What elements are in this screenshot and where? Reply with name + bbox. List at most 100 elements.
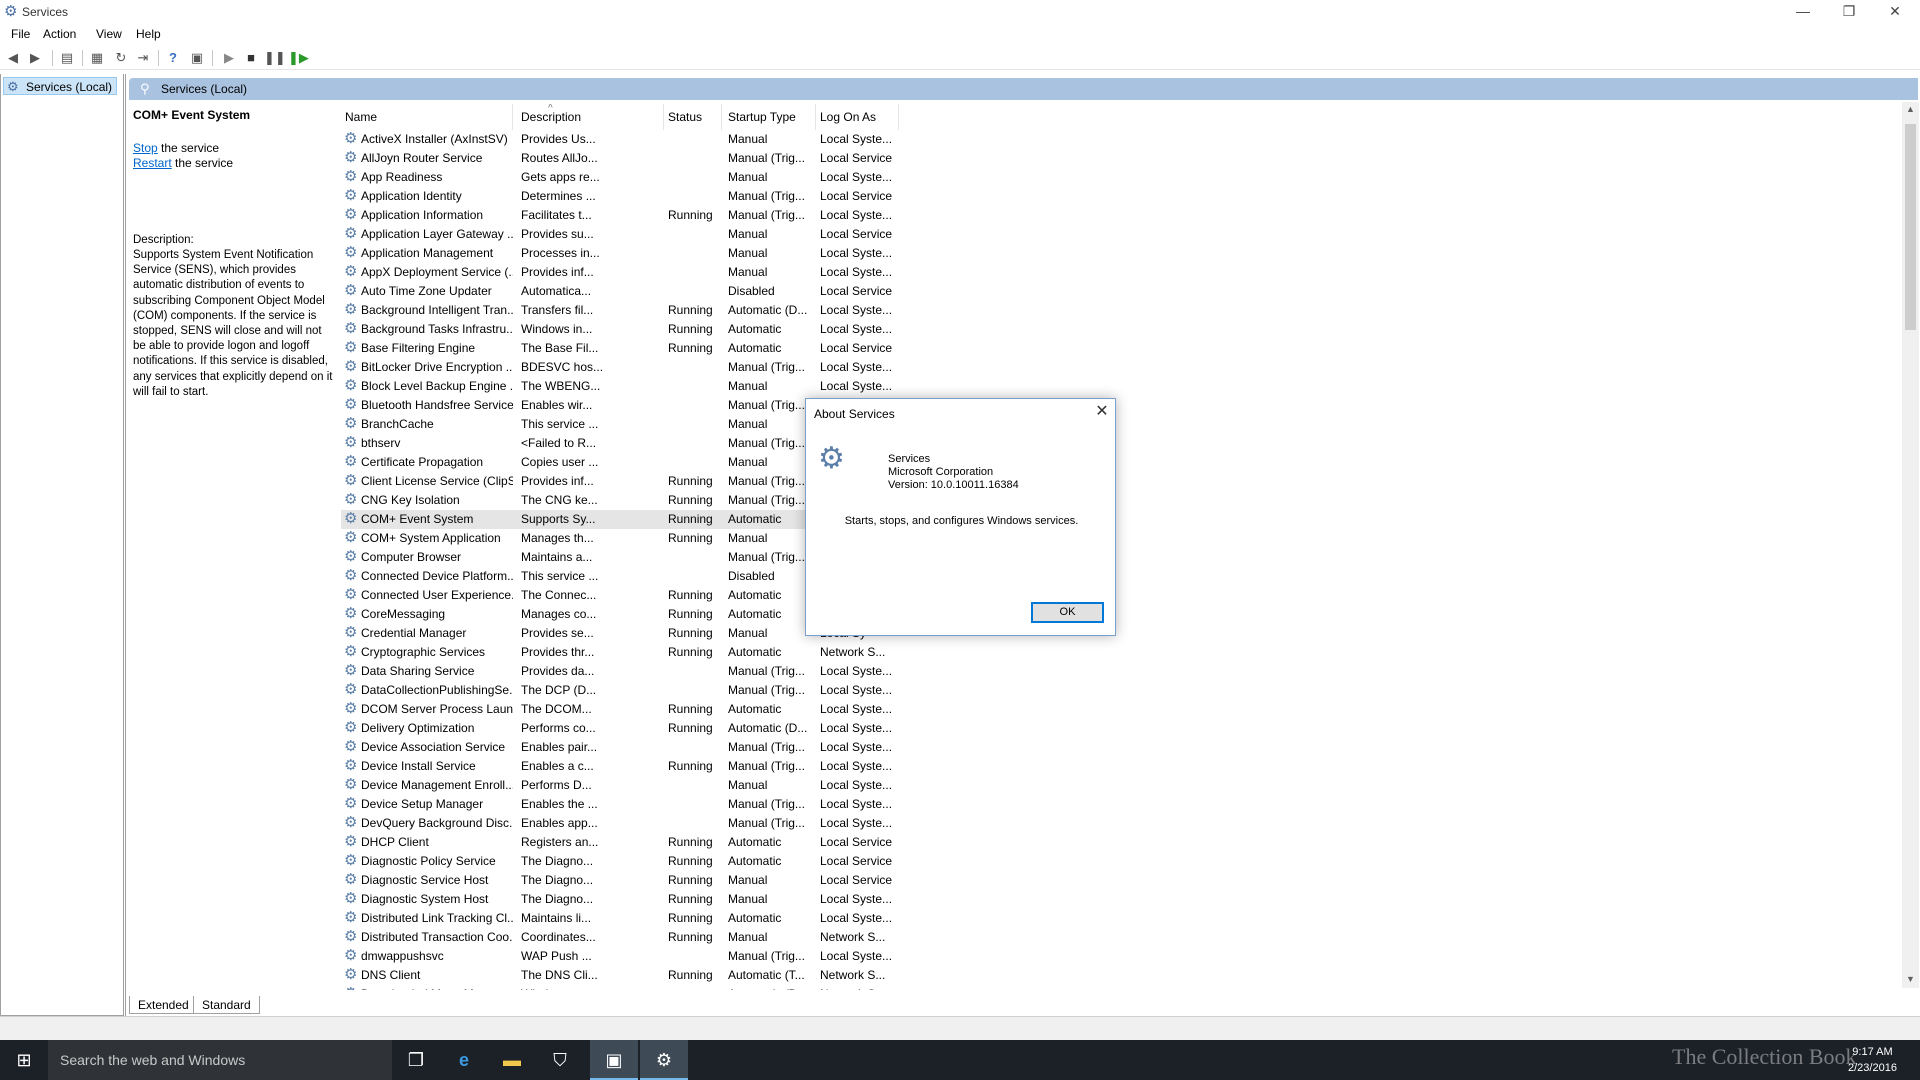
table-row[interactable]: ⚙ Diagnostic Service Host The Diagno... Run… (341, 871, 892, 890)
table-row[interactable]: ⚙ Distributed Transaction Coo... Coordinat… (341, 928, 885, 947)
cell-startup-type: Automatic (D... (728, 721, 808, 735)
table-row[interactable]: ⚙ DNS Client The DNS Cli... Running Automati… (341, 966, 885, 985)
table-row[interactable]: ⚙BranchCacheThis service ...ManualNetwor (341, 415, 858, 434)
minimize-button[interactable]: — (1780, 0, 1826, 24)
stop-service-icon[interactable]: ■ (242, 49, 260, 67)
scroll-up-icon[interactable]: ▲ (1902, 104, 1919, 114)
column-header-log-on-as[interactable]: Log On As (816, 104, 899, 130)
table-row[interactable]: ⚙ ActiveX Installer (AxInstSV) Provides Us… (341, 130, 892, 149)
file-explorer-icon[interactable]: ▬ (488, 1040, 536, 1080)
show-action-pane-icon[interactable]: ▣ (188, 49, 206, 67)
table-row[interactable]: ⚙ Data Sharing Service Provides da... Manua… (341, 662, 892, 681)
table-row[interactable]: ⚙ Auto Time Zone Updater Automatica... Disa… (341, 282, 892, 301)
table-row[interactable]: ⚙ DevQuery Background Disc... Enables app.… (341, 814, 892, 833)
taskbar-search-input[interactable]: Search the web and Windows (48, 1040, 392, 1080)
cell-log-on-as: Local Service (820, 835, 893, 849)
cell-name: Device Setup Manager (361, 797, 484, 811)
cell-name: DevQuery Background Disc... (361, 816, 513, 830)
task-view-icon[interactable]: ❐ (392, 1040, 440, 1080)
table-row[interactable]: ⚙ Base Filtering Engine The Base Fil... Run… (341, 339, 892, 358)
scroll-down-icon[interactable]: ▼ (1902, 974, 1919, 984)
column-header-name[interactable]: Name (341, 104, 513, 130)
taskbar-clock[interactable]: 9:17 AM 2/23/2016 (1848, 1044, 1897, 1076)
refresh-icon[interactable]: ↻ (112, 49, 130, 67)
table-row[interactable]: ⚙ COM+ System Application Manages th... Run… (341, 529, 866, 548)
table-row[interactable]: ⚙ Background Intelligent Tran... Transfers… (341, 301, 892, 320)
table-row[interactable]: ⚙ AllJoyn Router Service Routes AllJo... Ma… (341, 149, 892, 168)
ok-button[interactable]: OK (1031, 602, 1104, 623)
cell-name: Background Intelligent Tran... (361, 303, 513, 317)
close-window-button[interactable]: ✕ (1872, 0, 1918, 24)
vertical-scrollbar[interactable]: ▲ ▼ (1902, 102, 1919, 988)
table-row[interactable]: ⚙ Background Tasks Infrastru... Windows in… (341, 320, 892, 339)
edge-browser-icon[interactable]: e (440, 1040, 488, 1080)
table-row[interactable]: ⚙ Delivery Optimization Performs co... Runn… (341, 719, 892, 738)
store-icon[interactable]: ⛉ (536, 1040, 584, 1080)
table-row[interactable]: ⚙ Diagnostic System Host The Diagno... Runn… (341, 890, 892, 909)
cell-description: Enables pair... (521, 740, 598, 754)
table-row[interactable]: ⚙ Downloaded Maps Manager Windows se... Aut… (341, 985, 885, 990)
table-row[interactable]: ⚙ Connected Device Platform... This servic… (341, 567, 867, 586)
cell-description: Windows se... (521, 987, 666, 990)
table-row[interactable]: ⚙ AppX Deployment Service (... Provides in… (341, 263, 892, 282)
forward-icon[interactable]: ▶ (26, 49, 44, 67)
table-row[interactable]: ⚙ DataCollectionPublishingSe... The DCP (D… (341, 681, 892, 700)
scroll-thumb[interactable] (1905, 124, 1916, 330)
table-row[interactable]: ⚙ Application Management Processes in... Ma… (341, 244, 892, 263)
menu-view[interactable]: View (96, 27, 122, 41)
column-header-status[interactable]: Status (664, 104, 722, 130)
cell-name: Auto Time Zone Updater (361, 284, 492, 298)
help-icon[interactable]: ? (164, 49, 182, 67)
table-row[interactable]: ⚙ DHCP Client Registers an... Running Automa… (341, 833, 892, 852)
cell-startup-type: Automatic (728, 341, 782, 355)
table-row[interactable]: ⚙ Certificate Propagation Copies user ... M… (341, 453, 866, 472)
table-row[interactable]: ⚙ CoreMessaging Manages co... Running Automa… (341, 605, 867, 624)
table-row[interactable]: ⚙ Block Level Backup Engine ... The WBENG.… (341, 377, 892, 396)
table-row[interactable]: ⚙bthserv<Failed to R...Manual (Trig...Lo… (341, 434, 867, 453)
table-row[interactable]: ⚙ Device Association Service Enables pair.… (341, 738, 892, 757)
tree-item-services-local[interactable]: ⚙ Services (Local) (3, 77, 117, 95)
table-row[interactable]: ⚙ Distributed Link Tracking Cl... Maintain… (341, 909, 892, 928)
table-row[interactable]: ⚙ Credential Manager Provides se... Running… (341, 624, 866, 643)
table-row[interactable]: ⚙ dmwappushsvc WAP Push ... Manual (Trig...… (341, 947, 892, 966)
table-row[interactable]: ⚙ Application Information Facilitates t...… (341, 206, 892, 225)
table-row[interactable]: ⚙ Client License Service (ClipS... Provide… (341, 472, 866, 491)
table-row[interactable]: ⚙ DCOM Server Process Laun... The DCOM... R… (341, 700, 892, 719)
windows-start-icon[interactable]: ⊞ (0, 1040, 48, 1080)
export-list-icon[interactable]: ⇥ (134, 49, 152, 67)
start-service-icon[interactable]: ▶ (220, 49, 238, 67)
computer-management-icon[interactable]: ▣ (590, 1040, 638, 1080)
column-header-startup-type[interactable]: Startup Type (724, 104, 816, 130)
table-row[interactable]: ⚙ Cryptographic Services Provides thr... Ru… (341, 643, 885, 662)
menu-file[interactable]: File (11, 27, 30, 41)
tab-extended[interactable]: Extended (129, 996, 198, 1014)
restart-link[interactable]: Restart (133, 156, 172, 170)
menu-help[interactable]: Help (136, 27, 161, 41)
column-header-description[interactable]: Description (517, 104, 664, 130)
table-row[interactable]: ⚙ Application Layer Gateway ... Provides s… (341, 225, 892, 244)
restore-button[interactable]: ❐ (1826, 0, 1872, 24)
table-row[interactable]: ⚙ Diagnostic Policy Service The Diagno... R… (341, 852, 892, 871)
back-icon[interactable]: ◀ (4, 49, 22, 67)
tab-standard[interactable]: Standard (193, 996, 260, 1014)
stop-link[interactable]: Stop (133, 141, 158, 155)
show-hide-tree-icon[interactable]: ▤ (58, 49, 76, 67)
menu-action[interactable]: Action (43, 27, 76, 41)
services-taskbar-icon[interactable]: ⚙ (640, 1040, 688, 1080)
table-row[interactable]: ⚙ Device Management Enroll... Performs D..… (341, 776, 892, 795)
table-row[interactable]: ⚙ COM+ Event System Supports Sy... Running A… (341, 510, 867, 529)
pause-service-icon[interactable]: ❚❚ (264, 49, 286, 67)
properties-icon[interactable]: ▦ (88, 49, 106, 67)
cell-description: Provides da... (521, 664, 595, 678)
restart-service-icon[interactable]: ❚▶ (288, 49, 309, 67)
table-row[interactable]: ⚙ Application Identity Determines ... Manua… (341, 187, 892, 206)
table-row[interactable]: ⚙ Device Setup Manager Enables the ... Manu… (341, 795, 892, 814)
table-row[interactable]: ⚙ BitLocker Drive Encryption ... BDESVC ho… (341, 358, 892, 377)
table-row[interactable]: ⚙ Device Install Service Enables a c... Run… (341, 757, 892, 776)
table-row[interactable]: ⚙ Computer Browser Maintains a... Manual (T… (341, 548, 866, 567)
table-row[interactable]: ⚙ CNG Key Isolation The CNG ke... Running Ma… (341, 491, 866, 510)
dialog-close-button[interactable]: ✕ (1090, 401, 1114, 423)
table-row[interactable]: ⚙ App Readiness Gets apps re... Manual Local… (341, 168, 892, 187)
table-row[interactable]: ⚙ Bluetooth Handsfree Service Enables wir.… (341, 396, 867, 415)
table-row[interactable]: ⚙ Connected User Experience... The Connec.… (341, 586, 866, 605)
